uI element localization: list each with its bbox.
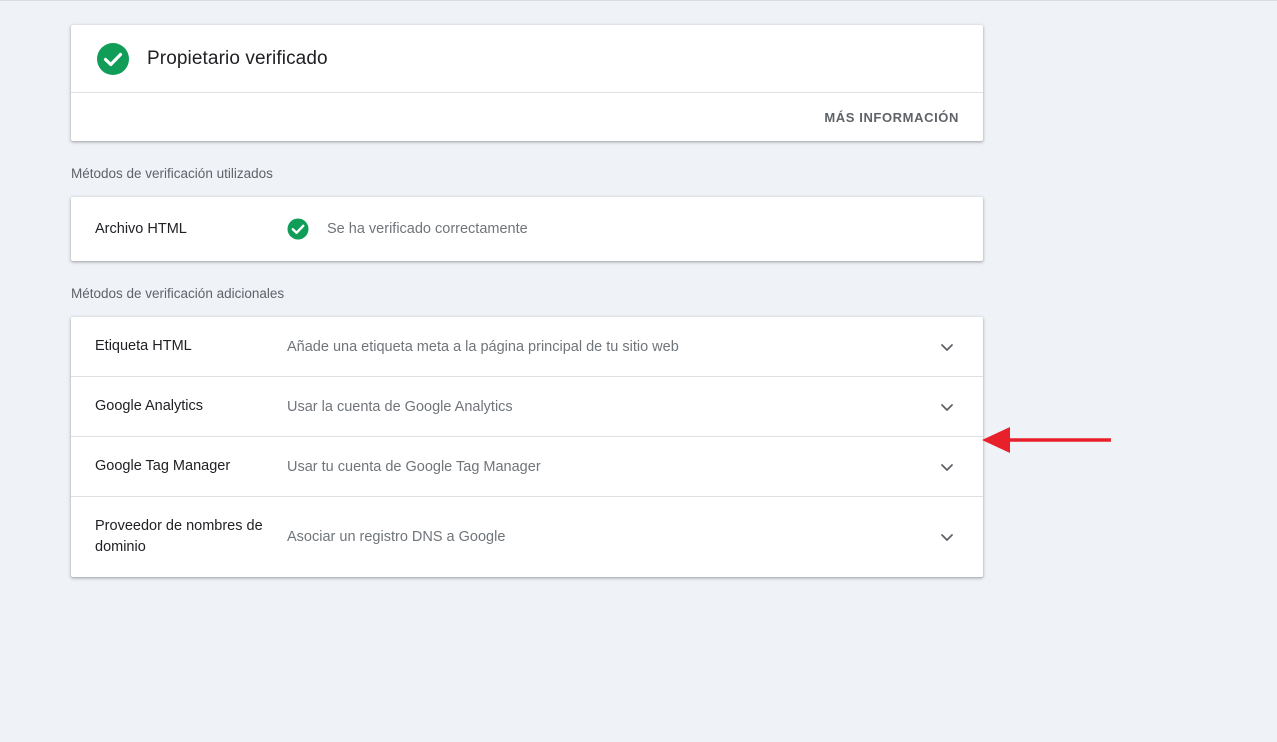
method-row-domain-name-provider[interactable]: Proveedor de nombres de dominio Asociar … [71,497,983,577]
method-row-google-tag-manager[interactable]: Google Tag Manager Usar tu cuenta de Goo… [71,437,983,497]
chevron-down-icon[interactable] [935,525,959,549]
used-method-title: Archivo HTML [95,220,187,237]
search-console-ownership-page: Propietario verificado MÁS INFORMACIÓN M… [0,0,1277,742]
chevron-down-icon[interactable] [935,455,959,479]
method-title: Google Analytics [95,398,204,414]
top-divider [0,0,1277,1]
owner-verified-footer: MÁS INFORMACIÓN [71,93,983,141]
method-title: Proveedor de nombres de dominio [95,518,263,555]
more-info-button[interactable]: MÁS INFORMACIÓN [824,106,959,129]
check-circle-icon [287,218,309,240]
check-circle-icon [97,42,129,75]
method-description: Usar la cuenta de Google Analytics [287,398,513,415]
method-title: Google Tag Manager [95,458,231,474]
additional-methods-card: Etiqueta HTML Añade una etiqueta meta a … [71,317,983,577]
used-method-row: Archivo HTML Se ha verificado correctame… [71,197,983,261]
additional-methods-section-label: Métodos de verificación adicionales [71,286,285,301]
chevron-down-icon[interactable] [935,335,959,359]
used-method-status: Se ha verificado correctamente [327,221,528,237]
chevron-down-icon[interactable] [935,395,959,419]
method-description: Usar tu cuenta de Google Tag Manager [287,458,541,475]
red-arrow-icon [982,427,1111,453]
method-row-google-analytics[interactable]: Google Analytics Usar la cuenta de Googl… [71,377,983,437]
owner-verified-title: Propietario verificado [147,47,328,69]
owner-verified-card: Propietario verificado MÁS INFORMACIÓN [71,25,983,141]
owner-verified-header: Propietario verificado [71,25,983,93]
used-methods-section-label: Métodos de verificación utilizados [71,166,273,181]
method-title: Etiqueta HTML [95,338,192,354]
method-row-html-tag[interactable]: Etiqueta HTML Añade una etiqueta meta a … [71,317,983,377]
method-description: Añade una etiqueta meta a la página prin… [287,338,679,355]
method-description: Asociar un registro DNS a Google [287,529,506,545]
